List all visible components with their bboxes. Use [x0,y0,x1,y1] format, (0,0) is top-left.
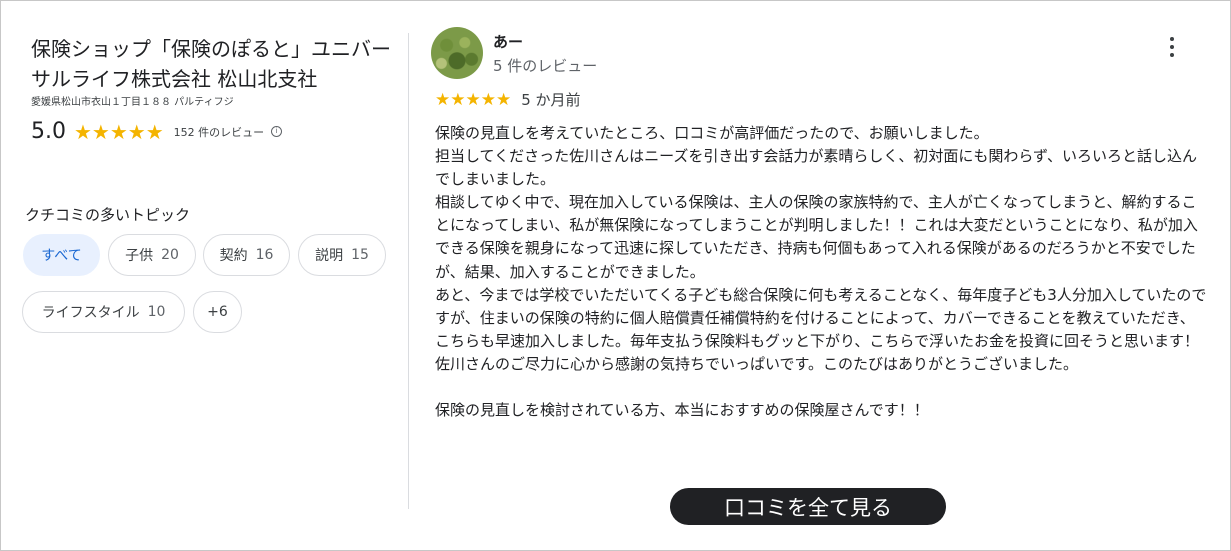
review-body: 保険の見直しを考えていたところ、口コミが高評価だったので、お願いしました。 担当… [435,122,1209,422]
review-stars-icon: ★★★★★ [435,89,512,110]
topics-title: クチコミの多いトピック [25,206,191,224]
see-all-reviews-button[interactable]: 口コミを全て見る [670,488,946,525]
reviewer-review-count: 5 件のレビュー [493,57,598,75]
reviewer-name[interactable]: あー [493,31,523,52]
chip-label: 契約 [219,248,248,264]
topic-chip-more[interactable]: +6 [193,291,242,333]
panel-divider [408,33,409,509]
review-blank-line [435,376,1209,399]
topic-chip-explanation[interactable]: 説明 15 [298,234,386,276]
chip-label: ライフスタイル [41,305,140,321]
chip-label: すべて [41,248,82,264]
topic-chip-children[interactable]: 子供 20 [108,234,196,276]
topic-chip-contract[interactable]: 契約 16 [203,234,290,276]
review-paragraph: 保険の見直しを考えていたところ、口コミが高評価だったので、お願いしました。 [435,124,989,142]
chip-label: +6 [207,304,228,320]
review-count[interactable]: 152 件のレビュー [174,124,265,140]
topic-chip-all[interactable]: すべて [23,234,100,276]
overall-rating: 5.0 ★★★★★ 152 件のレビュー i [31,119,283,144]
review-paragraph: 保険の見直しを検討されている方、本当におすすめの保険屋さんです！！ [435,401,929,420]
review-paragraph: 佐川さんのご尽力に心から感謝の気持ちでいっぱいです。このたびはありがとうございま… [435,354,1079,373]
reviewer-avatar[interactable] [431,27,483,79]
rating-value: 5.0 [31,119,66,144]
chip-count: 20 [161,247,179,263]
business-address: 愛媛県松山市衣山１丁目１８８ パルティフジ [31,97,234,108]
review-time: 5 か月前 [521,91,581,109]
more-options-icon[interactable] [1163,37,1181,57]
review-paragraph: 相談してゆく中で、現在加入している保険は、主人の保険の家族特約で、主人が亡くなっ… [435,193,1198,281]
topic-chip-lifestyle[interactable]: ライフスタイル 10 [22,291,185,333]
review-paragraph: 担当してくださった佐川さんはニーズを引き出す会話力が素晴らしく、初対面にも関わら… [435,147,1198,189]
review-rating: ★★★★★ 5 か月前 [435,89,581,110]
chip-count: 15 [351,247,369,263]
chip-count: 10 [147,304,166,320]
chip-count: 16 [255,247,274,263]
business-name[interactable]: 保険ショップ「保険のぽると」ユニバーサルライフ株式会社 松山北支社 [31,34,401,94]
info-icon[interactable]: i [271,126,283,137]
chip-label: 説明 [315,248,344,264]
chip-label: 子供 [125,248,154,264]
review-paragraph: あと、今までは学校でいただいてくる子ども総合保険に何も考えることなく、毎年度子ど… [435,285,1207,350]
rating-stars-icon: ★★★★★ [74,119,164,144]
reviews-widget: 保険ショップ「保険のぽると」ユニバーサルライフ株式会社 松山北支社 愛媛県松山市… [0,0,1231,551]
